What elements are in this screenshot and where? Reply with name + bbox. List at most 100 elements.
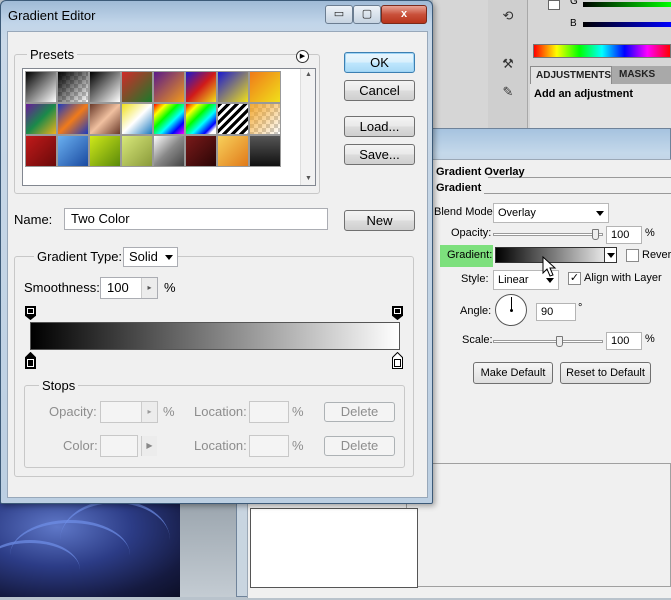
blend-mode-label: Blend Mode:	[434, 206, 496, 218]
delete-opacity-stop-button[interactable]: Delete	[324, 402, 395, 422]
dialog-title: Gradient Editor	[8, 8, 96, 23]
preset-swatch[interactable]	[25, 135, 57, 167]
blue-slider[interactable]	[583, 22, 671, 27]
style-label: Style:	[461, 273, 489, 285]
angle-dial[interactable]	[495, 294, 527, 326]
preset-swatch[interactable]	[25, 71, 57, 103]
blend-mode-select[interactable]: Overlay	[493, 203, 609, 223]
presets-menu-icon[interactable]: ▶	[296, 50, 309, 63]
preset-swatch[interactable]	[57, 103, 89, 135]
preset-swatch[interactable]	[249, 103, 281, 135]
scale-label: Scale:	[462, 334, 493, 346]
make-default-button[interactable]: Make Default	[473, 362, 553, 384]
preset-swatch[interactable]	[121, 71, 153, 103]
preset-swatch[interactable]	[89, 103, 121, 135]
ok-button[interactable]: OK	[344, 52, 415, 73]
tab-adjustments[interactable]: ADJUSTMENTS	[530, 66, 612, 84]
align-with-layer-label: Align with Layer	[584, 272, 662, 284]
presets-legend: Presets	[27, 47, 78, 62]
color-stop-left[interactable]	[25, 352, 36, 369]
gradient-dropdown-button[interactable]	[604, 247, 617, 263]
checkmark-icon: ✓	[569, 272, 580, 284]
gradient-subtitle: Gradient	[436, 182, 482, 194]
preset-swatch[interactable]	[121, 103, 153, 135]
opacity-stop-left[interactable]	[25, 306, 36, 320]
name-input[interactable]: Two Color	[64, 208, 328, 230]
tool-presets-icon[interactable]: ⚒	[500, 56, 516, 72]
load-button[interactable]: Load...	[344, 116, 415, 137]
chevron-down-icon	[596, 211, 604, 216]
adjustments-title: Add an adjustment	[534, 88, 634, 100]
color-stop-right[interactable]	[392, 352, 403, 369]
adjustments-tabbar: ADJUSTMENTS MASKS	[530, 66, 671, 84]
tab-masks[interactable]: MASKS	[614, 66, 660, 84]
save-button[interactable]: Save...	[344, 144, 415, 165]
stop-color-location-unit: %	[292, 438, 304, 453]
stop-opacity-location-input[interactable]	[249, 401, 289, 423]
minimize-button[interactable]: ▭	[325, 5, 353, 24]
preset-swatch[interactable]	[217, 71, 249, 103]
history-icon[interactable]: ⟲	[500, 8, 516, 24]
scale-input[interactable]: 100	[606, 332, 642, 350]
align-with-layer-checkbox[interactable]: ✓	[568, 272, 581, 285]
stop-opacity-stepper-icon[interactable]: ▸	[141, 402, 157, 422]
preset-swatch[interactable]	[25, 103, 57, 135]
preset-swatch[interactable]	[57, 135, 89, 167]
reset-to-default-button[interactable]: Reset to Default	[560, 362, 651, 384]
gradient-type-select[interactable]: Solid	[123, 247, 178, 267]
channel-b-label: B	[570, 18, 577, 29]
preset-swatch[interactable]	[89, 135, 121, 167]
stop-color-location-label: Location:	[194, 438, 247, 453]
channel-g-label: G	[570, 0, 578, 7]
smoothness-stepper-icon[interactable]: ▸	[141, 278, 157, 298]
opacity-unit: %	[645, 227, 655, 239]
opacity-slider-thumb[interactable]	[592, 229, 599, 240]
scale-slider[interactable]	[493, 336, 603, 347]
scale-slider-thumb[interactable]	[556, 336, 563, 347]
angle-label: Angle:	[460, 305, 492, 317]
preset-swatch[interactable]	[89, 71, 121, 103]
delete-color-stop-button[interactable]: Delete	[324, 436, 395, 456]
cancel-button[interactable]: Cancel	[344, 80, 415, 101]
photoshop-panels: ⟲ ⚒ ✎ B G ADJUSTMENTS MASKS Add an adjus…	[433, 0, 671, 130]
stop-color-menu-icon[interactable]: ▶	[141, 436, 157, 456]
presets-scrollbar[interactable]: ▲ ▼	[300, 69, 315, 185]
preset-swatch[interactable]	[57, 71, 89, 103]
layer-style-lower-group	[406, 463, 671, 587]
preset-swatch[interactable]	[185, 103, 217, 135]
scroll-down-icon[interactable]: ▼	[301, 173, 316, 185]
reverse-checkbox[interactable]	[626, 249, 639, 262]
gradient-type-label: Gradient Type:	[34, 249, 126, 264]
preset-swatch[interactable]	[217, 103, 249, 135]
preset-swatch[interactable]	[185, 135, 217, 167]
stop-color-location-input[interactable]	[249, 435, 289, 457]
preset-swatch[interactable]	[249, 71, 281, 103]
color-spectrum[interactable]	[533, 44, 671, 58]
presets-grid[interactable]	[22, 68, 316, 186]
opacity-stop-right[interactable]	[392, 306, 403, 320]
maximize-button[interactable]: ▢	[353, 5, 381, 24]
preset-swatch[interactable]	[121, 135, 153, 167]
close-button[interactable]: x	[381, 5, 427, 24]
scroll-up-icon[interactable]: ▲	[301, 69, 316, 81]
brush-icon[interactable]: ✎	[500, 84, 516, 100]
opacity-label: Opacity:	[451, 227, 492, 239]
preset-swatch[interactable]	[153, 103, 185, 135]
foreground-swatch[interactable]	[548, 0, 560, 10]
preset-swatch[interactable]	[217, 135, 249, 167]
opacity-slider[interactable]	[493, 229, 603, 240]
preset-swatch[interactable]	[153, 135, 185, 167]
opacity-input[interactable]: 100	[606, 226, 642, 244]
angle-input[interactable]: 90	[536, 303, 576, 321]
new-button[interactable]: New	[344, 210, 415, 231]
gradient-preview-bar[interactable]	[30, 322, 400, 350]
name-label: Name:	[14, 212, 53, 227]
preset-swatch[interactable]	[249, 135, 281, 167]
gradient-label: Gradient:	[447, 249, 493, 261]
scale-unit: %	[645, 333, 655, 345]
stop-opacity-label: Opacity:	[49, 404, 97, 419]
stop-color-swatch[interactable]	[100, 435, 138, 457]
green-slider[interactable]	[583, 2, 671, 7]
preset-swatch[interactable]	[153, 71, 185, 103]
preset-swatch[interactable]	[185, 71, 217, 103]
